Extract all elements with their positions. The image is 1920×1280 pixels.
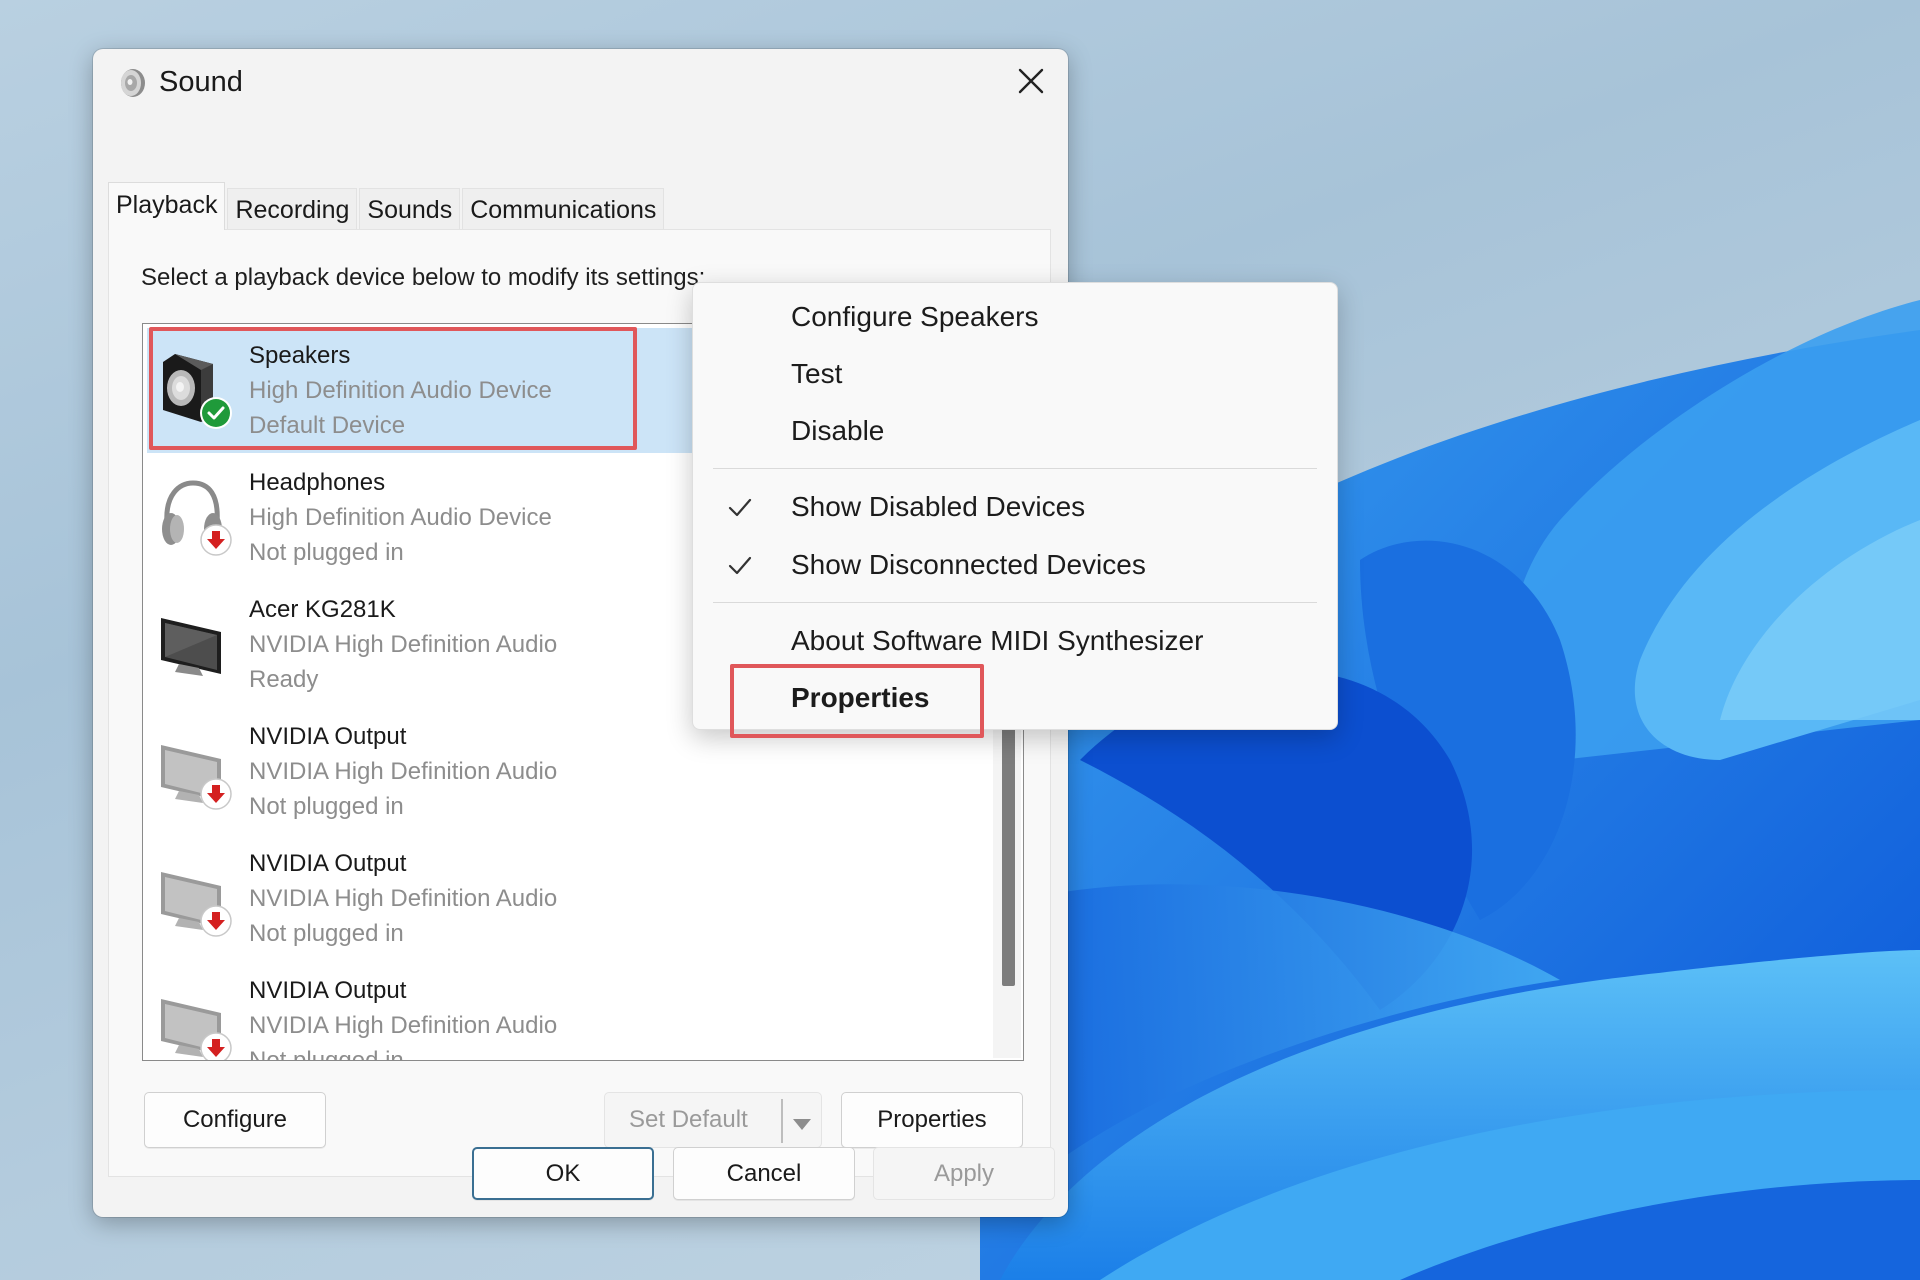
menu-separator (713, 468, 1317, 469)
set-default-label: Set Default (629, 1106, 748, 1133)
device-row-nvidia-output-2[interactable]: NVIDIA Output NVIDIA High Definition Aud… (147, 836, 983, 961)
speaker-icon (117, 67, 147, 99)
menu-item-properties[interactable]: Properties (701, 672, 1329, 726)
device-name: NVIDIA Output (249, 723, 407, 750)
cancel-button[interactable]: Cancel (673, 1147, 855, 1200)
device-row-speakers[interactable]: Speakers High Definition Audio Device De… (147, 328, 692, 453)
dropdown-arrow-icon[interactable] (791, 1111, 813, 1139)
device-status: Not plugged in (249, 539, 404, 566)
menu-item-label: About Software MIDI Synthesizer (791, 625, 1204, 656)
menu-item-show-disabled-devices[interactable]: Show Disabled Devices (701, 481, 1329, 535)
tab-sounds[interactable]: Sounds (359, 188, 461, 230)
menu-item-about-midi-synthesizer[interactable]: About Software MIDI Synthesizer (701, 615, 1329, 669)
menu-item-label: Properties (791, 682, 930, 713)
device-driver: High Definition Audio Device (249, 504, 552, 531)
device-name: NVIDIA Output (249, 850, 407, 877)
unplugged-arrow-icon (200, 1032, 232, 1060)
apply-button[interactable]: Apply (873, 1147, 1055, 1200)
set-default-split-button[interactable]: Set Default (604, 1092, 822, 1148)
monitor-icon (157, 858, 235, 938)
device-status: Not plugged in (249, 793, 404, 820)
instruction-text: Select a playback device below to modify… (141, 264, 706, 291)
menu-item-label: Configure Speakers (791, 301, 1039, 332)
device-name: Headphones (249, 469, 386, 496)
tab-communications[interactable]: Communications (462, 188, 665, 230)
menu-item-test[interactable]: Test (701, 348, 1329, 402)
menu-item-disable[interactable]: Disable (701, 405, 1329, 459)
speaker-icon (157, 350, 235, 430)
device-status: Ready (249, 666, 319, 693)
tab-playback[interactable]: Playback (108, 182, 226, 230)
ok-button[interactable]: OK (472, 1147, 654, 1200)
device-name: Acer KG281K (249, 596, 396, 623)
configure-button[interactable]: Configure (144, 1092, 326, 1148)
dialog-title: Sound (159, 66, 243, 98)
menu-item-label: Show Disconnected Devices (791, 549, 1146, 580)
headphones-icon (157, 477, 235, 557)
unplugged-arrow-icon (200, 778, 232, 810)
device-status: Not plugged in (249, 1047, 404, 1061)
close-button[interactable] (994, 49, 1068, 117)
menu-item-configure-speakers[interactable]: Configure Speakers (701, 291, 1329, 345)
menu-separator (713, 602, 1317, 603)
monitor-icon (157, 604, 235, 684)
tab-strip: Playback Recording Sounds Communications (108, 182, 666, 230)
device-driver: NVIDIA High Definition Audio (249, 631, 558, 658)
device-row-nvidia-output-3[interactable]: NVIDIA Output NVIDIA High Definition Aud… (147, 963, 983, 1061)
checkmark-icon (727, 495, 753, 521)
menu-item-show-disconnected-devices[interactable]: Show Disconnected Devices (701, 539, 1329, 593)
monitor-icon (157, 731, 235, 811)
device-driver: NVIDIA High Definition Audio (249, 758, 558, 785)
menu-item-label: Show Disabled Devices (791, 491, 1086, 522)
checkmark-icon (727, 553, 753, 579)
split-divider (781, 1099, 783, 1143)
device-name: NVIDIA Output (249, 977, 407, 1004)
device-status: Not plugged in (249, 920, 404, 947)
device-driver: NVIDIA High Definition Audio (249, 1012, 558, 1039)
unplugged-arrow-icon (200, 524, 232, 556)
title-bar[interactable]: Sound (93, 49, 1068, 117)
menu-item-label: Test (791, 358, 843, 389)
unplugged-arrow-icon (200, 905, 232, 937)
properties-button[interactable]: Properties (841, 1092, 1023, 1148)
device-driver: NVIDIA High Definition Audio (249, 885, 558, 912)
menu-item-label: Disable (791, 415, 885, 446)
default-check-icon (200, 397, 232, 429)
close-icon (1017, 67, 1045, 100)
device-status: Default Device (249, 412, 406, 439)
device-context-menu: Configure Speakers Test Disable Show Dis… (692, 282, 1338, 738)
tab-recording[interactable]: Recording (227, 188, 358, 230)
monitor-icon (157, 985, 235, 1060)
device-name: Speakers (249, 342, 351, 369)
device-driver: High Definition Audio Device (249, 377, 552, 404)
